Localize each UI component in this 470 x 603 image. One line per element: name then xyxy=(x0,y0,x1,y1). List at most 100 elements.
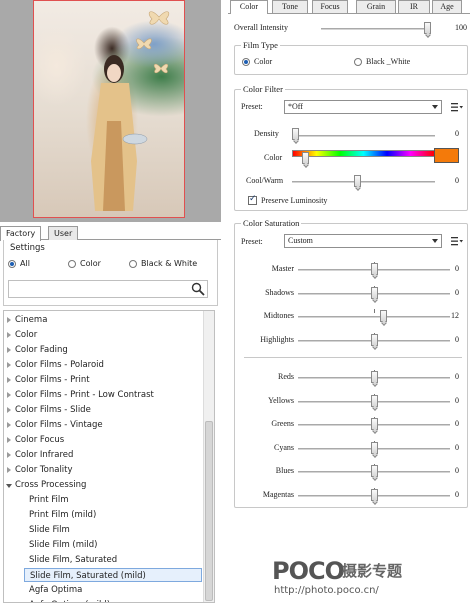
list-menu-icon[interactable] xyxy=(451,236,463,246)
cool-warm-track[interactable] xyxy=(292,181,435,183)
tree-category-item[interactable]: Cinema xyxy=(4,313,202,327)
filter-color-label: Color xyxy=(80,259,101,268)
overall-intensity-thumb[interactable] xyxy=(424,22,431,34)
tree-child-item[interactable]: Slide Film xyxy=(24,523,202,537)
yellows-value: 0 xyxy=(455,395,459,405)
expanded-arrow-icon[interactable] xyxy=(6,484,12,488)
tree-category-item[interactable]: Color Films - Slide xyxy=(4,403,202,417)
tab-grain[interactable]: Grain xyxy=(356,0,396,13)
tree-category-item[interactable]: Color Infrared xyxy=(4,448,202,462)
midtones-track[interactable] xyxy=(298,316,450,318)
greens-thumb[interactable] xyxy=(371,418,378,430)
tab-ir[interactable]: IR xyxy=(398,0,430,13)
collapsed-arrow-icon[interactable] xyxy=(7,392,11,398)
magentas-thumb[interactable] xyxy=(371,488,378,501)
cf-preset-dropdown[interactable]: *Off xyxy=(284,100,442,114)
collapsed-arrow-icon[interactable] xyxy=(7,407,11,413)
settings-title: Settings xyxy=(8,243,47,253)
color-swatch[interactable] xyxy=(434,148,459,163)
collapsed-arrow-icon[interactable] xyxy=(7,317,11,323)
tab-user[interactable]: User xyxy=(48,226,79,240)
collapsed-arrow-icon[interactable] xyxy=(7,422,11,428)
density-value: 0 xyxy=(455,129,459,138)
preserve-luminosity-label: Preserve Luminosity xyxy=(261,196,328,205)
tree-child-item[interactable]: Agfa Optima (mild) xyxy=(24,598,202,602)
tree-item-label: Cinema xyxy=(15,315,48,325)
color-hue-thumb[interactable] xyxy=(302,152,309,164)
radio-empty-icon xyxy=(129,259,137,268)
shadows-value: 0 xyxy=(455,287,459,297)
tab-user-label: User xyxy=(54,229,73,238)
butterfly-decor-icon xyxy=(153,63,169,74)
cyans-thumb[interactable] xyxy=(371,441,378,454)
density-thumb[interactable] xyxy=(292,128,299,140)
search-input[interactable] xyxy=(8,280,208,298)
shadows-label: Shadows xyxy=(265,287,294,297)
cool-warm-thumb[interactable] xyxy=(354,175,361,187)
tree-scrollbar[interactable] xyxy=(203,311,214,602)
tree-item-label: Color Infrared xyxy=(15,450,74,460)
tab-tone[interactable]: Tone xyxy=(272,0,308,13)
yellows-thumb[interactable] xyxy=(371,394,378,407)
tree-child-item[interactable]: Slide Film, Saturated (mild) xyxy=(24,568,202,582)
midtones-label: Midtones xyxy=(263,311,294,320)
master-label: Master xyxy=(271,264,294,273)
tree-category-item[interactable]: Color Films - Vintage xyxy=(4,418,202,432)
filter-all-label: All xyxy=(20,259,30,268)
midtones-thumb[interactable] xyxy=(380,310,388,322)
hue-bar[interactable] xyxy=(292,150,435,157)
tab-factory[interactable]: Factory xyxy=(0,226,42,241)
tab-color[interactable]: Color xyxy=(230,0,268,14)
tree-category-item[interactable]: Color Fading xyxy=(4,343,202,357)
collapsed-arrow-icon[interactable] xyxy=(7,452,11,458)
cyans-label: Cyans xyxy=(274,442,294,452)
saturation-divider xyxy=(244,357,462,358)
tree-category-item[interactable]: Color Films - Print xyxy=(4,373,202,387)
tree-category-item[interactable]: Cross Processing xyxy=(4,478,202,492)
tree-item-label: Color Films - Polaroid xyxy=(15,360,104,370)
tree-scroll-thumb[interactable] xyxy=(205,421,213,601)
collapsed-arrow-icon[interactable] xyxy=(7,437,11,443)
filter-bw-radio[interactable]: Black & White xyxy=(129,259,197,268)
cs-preset-dropdown[interactable]: Custom xyxy=(284,234,442,248)
blues-thumb[interactable] xyxy=(371,465,378,477)
film-color-radio[interactable]: Color xyxy=(242,57,272,66)
tree-child-item[interactable]: Slide Film (mild) xyxy=(24,538,202,552)
radio-selected-icon xyxy=(8,259,16,268)
search-icon[interactable] xyxy=(191,282,205,296)
tree-category-item[interactable]: Color xyxy=(4,328,202,342)
tab-focus[interactable]: Focus xyxy=(312,0,348,13)
tab-age[interactable]: Age xyxy=(432,0,462,13)
reds-thumb[interactable] xyxy=(371,371,378,383)
preserve-luminosity-checkbox[interactable] xyxy=(248,194,257,205)
filter-color-radio[interactable]: Color xyxy=(68,259,101,268)
overall-intensity-track[interactable] xyxy=(321,28,431,30)
tree-child-item[interactable]: Print Film xyxy=(24,493,202,507)
collapsed-arrow-icon[interactable] xyxy=(7,347,11,353)
tree-item-label: Slide Film, Saturated (mild) xyxy=(30,571,146,581)
tree-child-item[interactable]: Slide Film, Saturated xyxy=(24,553,202,567)
radio-selected-icon xyxy=(242,57,250,66)
film-bw-radio[interactable]: Black _White xyxy=(354,57,410,66)
tree-category-item[interactable]: Color Tonality xyxy=(4,463,202,477)
highlights-thumb[interactable] xyxy=(371,333,378,346)
tree-child-item[interactable]: Print Film (mild) xyxy=(24,508,202,522)
collapsed-arrow-icon[interactable] xyxy=(7,332,11,338)
tree-category-item[interactable]: Color Films - Polaroid xyxy=(4,358,202,372)
collapsed-arrow-icon[interactable] xyxy=(7,467,11,473)
filter-all-radio[interactable]: All xyxy=(8,259,30,268)
tree-item-label: Print Film (mild) xyxy=(29,510,97,520)
list-menu-icon[interactable] xyxy=(451,102,463,112)
collapsed-arrow-icon[interactable] xyxy=(7,377,11,383)
tree-category-item[interactable]: Color Films - Print - Low Contrast xyxy=(4,388,202,402)
tree-category-item[interactable]: Color Focus xyxy=(4,433,202,447)
collapsed-arrow-icon[interactable] xyxy=(7,362,11,368)
film-type-title: Film Type xyxy=(241,40,280,50)
tree-child-item[interactable]: Agfa Optima xyxy=(24,583,202,597)
reds-label: Reds xyxy=(278,372,294,381)
cool-warm-value: 0 xyxy=(455,176,459,185)
density-track[interactable] xyxy=(292,135,435,137)
master-thumb[interactable] xyxy=(371,263,378,275)
shadows-thumb[interactable] xyxy=(371,286,378,299)
center-tick xyxy=(374,309,375,313)
